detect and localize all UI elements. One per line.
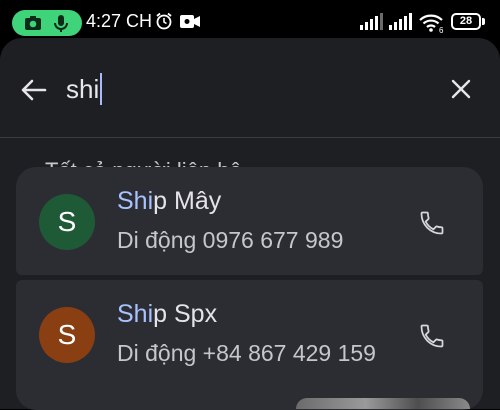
phone-icon (420, 211, 444, 235)
privacy-indicator (12, 10, 82, 36)
search-bar: shi (0, 38, 500, 138)
clear-search-button[interactable] (440, 68, 482, 110)
camera-icon (25, 16, 41, 30)
contact-photo-thumbnail (296, 398, 470, 409)
call-button[interactable] (411, 315, 453, 357)
contact-result[interactable]: S Ship Mây Di động 0976 677 989 (16, 167, 483, 275)
signal-icon (389, 13, 412, 30)
avatar: S (39, 194, 95, 250)
close-icon (451, 79, 471, 99)
search-query: shi (66, 73, 100, 104)
contact-name: Ship Spx (117, 300, 217, 329)
back-button[interactable] (14, 70, 54, 110)
call-button[interactable] (411, 202, 453, 244)
arrow-back-icon (21, 79, 47, 101)
name-rest: p Mây (153, 187, 222, 215)
status-bar: 4:27 CH 6 28 (0, 0, 500, 40)
search-divider (0, 137, 500, 138)
avatar-initial: S (57, 206, 77, 237)
battery-icon: 28 (451, 13, 481, 30)
battery-cap (482, 18, 485, 25)
name-match-highlight: Shi (117, 300, 154, 328)
alarm-icon (156, 12, 172, 30)
video-icon (180, 15, 200, 28)
text-caret (100, 73, 103, 105)
name-match-highlight: Shi (117, 187, 154, 215)
microphone-icon (54, 15, 68, 32)
phone-icon (420, 324, 444, 348)
signal-icon (360, 13, 383, 30)
avatar-initial: S (57, 319, 77, 350)
avatar: S (39, 307, 95, 363)
contact-phone: Di động +84 867 429 159 (117, 340, 376, 366)
status-time: 4:27 CH (86, 11, 153, 31)
contact-phone: Di động 0976 677 989 (117, 227, 344, 253)
wifi-icon: 6 (419, 14, 444, 33)
contact-name: Ship Mây (117, 187, 221, 216)
name-rest: p Spx (153, 300, 218, 328)
search-input[interactable]: shi (66, 72, 426, 106)
contact-result[interactable]: S Ship Spx Di động +84 867 429 159 (16, 280, 483, 410)
network-label: 6 (439, 26, 444, 33)
